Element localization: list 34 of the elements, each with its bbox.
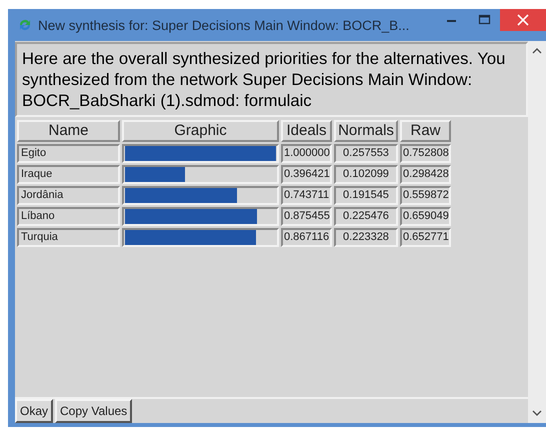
table-cell: 0.743711	[281, 186, 332, 205]
table-cell: 0.102099	[334, 165, 398, 184]
table-cell: 0.257553	[334, 144, 398, 163]
table-cell: 0.559872	[400, 186, 451, 205]
table-cell: 0.225476	[334, 207, 398, 226]
table-cell: 0.191545	[334, 186, 398, 205]
copy-values-button[interactable]: Copy Values	[55, 399, 132, 423]
column-header: Name	[17, 120, 120, 142]
table-cell: Jordânia	[17, 186, 120, 205]
table-cell: 0.867116	[281, 228, 332, 247]
table-cell: 0.223328	[334, 228, 398, 247]
table-cell: 0.752808	[400, 144, 451, 163]
table-cell: Egito	[17, 144, 120, 163]
scroll-up-icon[interactable]	[532, 47, 542, 54]
column-header: Graphic	[122, 120, 279, 142]
table-cell: Líbano	[17, 207, 120, 226]
synthesis-message: Here are the overall synthesized priorities for the alternatives. You synthesized from the network Super Decisions Main Window: BOCR_BabSharki (1).sdmod: formulaic	[15, 42, 528, 117]
okay-button[interactable]: Okay	[15, 399, 54, 423]
table-cell: 0.652771	[400, 228, 451, 247]
table-cell: 0.659049	[400, 207, 451, 226]
table-cell: 0.396421	[281, 165, 332, 184]
column-header: Normals	[334, 120, 398, 142]
column-header: Ideals	[281, 120, 332, 142]
close-icon[interactable]	[500, 9, 546, 31]
column-header: Raw	[400, 120, 451, 142]
scrollbar[interactable]	[528, 41, 546, 423]
scroll-down-icon[interactable]	[532, 410, 542, 417]
table-cell: 1.000000	[281, 144, 332, 163]
table-cell: 0.875455	[281, 207, 332, 226]
table-cell: Iraque	[17, 165, 120, 184]
app-icon	[18, 18, 32, 32]
table-cell: Turquia	[17, 228, 120, 247]
table-cell: 0.298428	[400, 165, 451, 184]
window-title: New synthesis for: Super Decisions Main Window: BOCR_B...	[38, 18, 410, 32]
